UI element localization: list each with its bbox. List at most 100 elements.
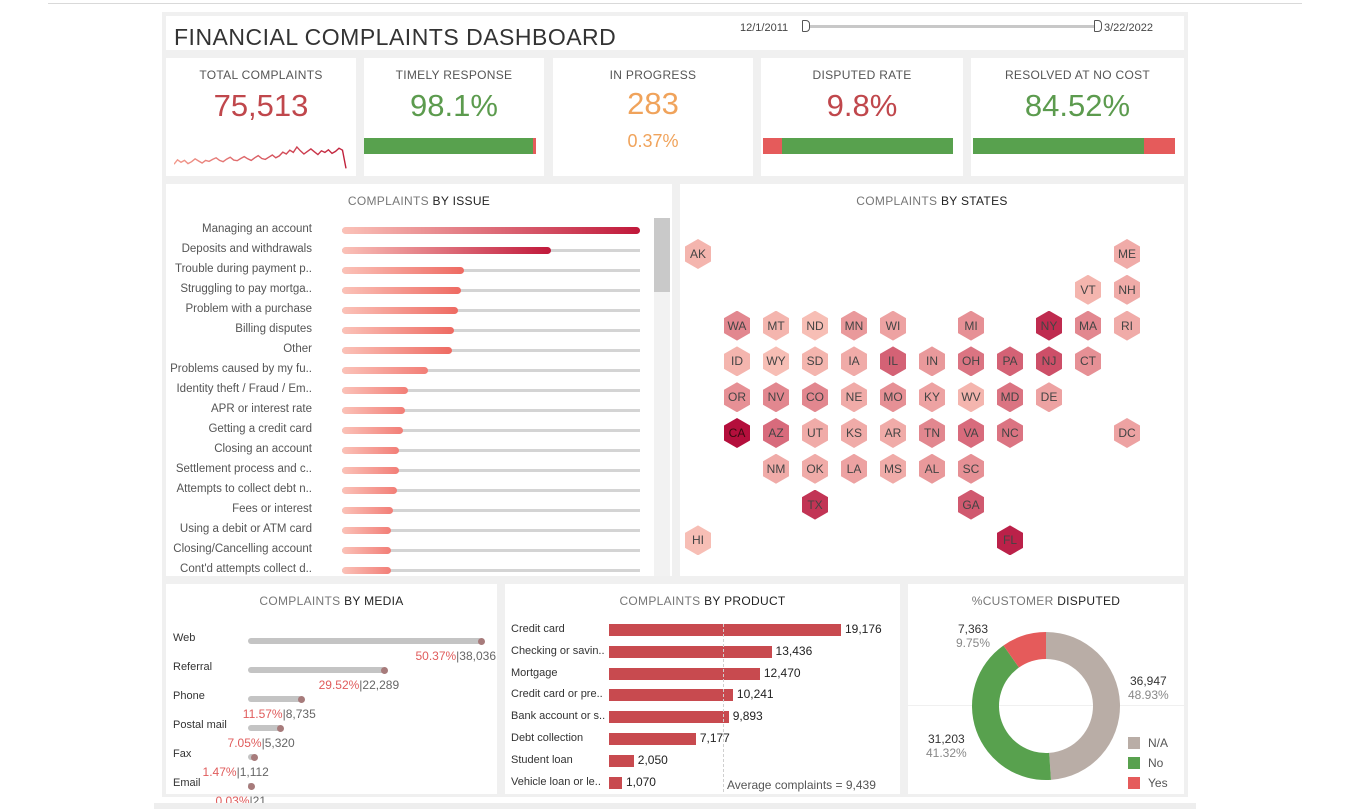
state-hex-ri[interactable]: RI (1114, 310, 1140, 341)
state-hex-ky[interactable]: KY (919, 382, 945, 413)
issue-row[interactable]: Getting a credit card (166, 420, 646, 440)
state-hex-nv[interactable]: NV (763, 382, 789, 413)
state-hex-nj[interactable]: NJ (1036, 346, 1062, 377)
product-bar[interactable] (609, 711, 729, 724)
issue-label: Problem with a purchase (185, 303, 312, 315)
issue-row[interactable]: Closing an account (166, 440, 646, 460)
issue-row[interactable]: Attempts to collect debt n.. (166, 480, 646, 500)
state-hex-or[interactable]: OR (724, 382, 750, 413)
issue-row[interactable]: Cont'd attempts collect d.. (166, 560, 646, 576)
state-hex-ca[interactable]: CA (724, 418, 750, 448)
state-hex-nd[interactable]: ND (802, 310, 828, 341)
issue-row[interactable]: Fees or interest (166, 500, 646, 520)
state-hex-wi[interactable]: WI (880, 310, 906, 341)
state-hex-al[interactable]: AL (919, 453, 945, 484)
product-bar[interactable] (609, 754, 634, 767)
state-hex-ny[interactable]: NY (1036, 310, 1062, 341)
issue-row[interactable]: Billing disputes (166, 320, 646, 340)
state-hex-mi[interactable]: MI (958, 310, 984, 341)
media-bar[interactable] (248, 638, 482, 644)
state-hex-ct[interactable]: CT (1075, 346, 1101, 377)
kpi-resolved-no-cost: RESOLVED AT NO COST 84.52% (971, 58, 1184, 176)
legend-no[interactable]: No (1128, 756, 1163, 770)
product-bar[interactable] (609, 667, 760, 680)
state-hex-ar[interactable]: AR (880, 418, 906, 448)
product-title-pre: COMPLAINTS (619, 594, 705, 608)
state-hex-ak[interactable]: AK (685, 239, 711, 269)
media-bar[interactable] (248, 696, 302, 702)
state-hex-wv[interactable]: WV (958, 382, 984, 413)
media-bar[interactable] (248, 725, 281, 731)
media-label: Web (173, 632, 196, 644)
state-hex-fl[interactable]: FL (997, 525, 1023, 556)
issue-row[interactable]: Other (166, 340, 646, 360)
state-hex-pa[interactable]: PA (997, 346, 1023, 377)
state-hex-ne[interactable]: NE (841, 382, 867, 413)
legend-yes-swatch (1128, 777, 1140, 789)
issue-bar (342, 487, 398, 494)
date-range-slider[interactable] (806, 25, 1098, 28)
state-hex-wy[interactable]: WY (763, 346, 789, 377)
issue-row[interactable]: Closing/Cancelling account (166, 540, 646, 560)
state-hex-la[interactable]: LA (841, 453, 867, 484)
state-hex-nm[interactable]: NM (763, 453, 789, 484)
state-hex-me[interactable]: ME (1114, 239, 1140, 269)
issue-row[interactable]: Deposits and withdrawals (166, 240, 646, 260)
kpi-timely-bar-no (532, 138, 536, 154)
issue-row[interactable]: Problems caused by my fu.. (166, 360, 646, 380)
issue-row[interactable]: Settlement process and c.. (166, 460, 646, 480)
state-hex-nh[interactable]: NH (1114, 274, 1140, 305)
state-hex-in[interactable]: IN (919, 346, 945, 377)
issue-row[interactable]: Using a debit or ATM card (166, 520, 646, 540)
product-bar[interactable] (609, 689, 733, 702)
state-hex-ga[interactable]: GA (958, 489, 984, 520)
state-hex-de[interactable]: DE (1036, 382, 1062, 413)
product-bar[interactable] (609, 776, 622, 789)
state-hex-sc[interactable]: SC (958, 453, 984, 484)
state-hex-wa[interactable]: WA (724, 310, 750, 341)
state-hex-tx[interactable]: TX (802, 489, 828, 520)
state-hex-ma[interactable]: MA (1075, 310, 1101, 341)
state-hex-dc[interactable]: DC (1114, 418, 1140, 448)
state-hex-id[interactable]: ID (724, 346, 750, 377)
state-hex-oh[interactable]: OH (958, 346, 984, 377)
state-hex-nc[interactable]: NC (997, 418, 1023, 448)
state-hex-ks[interactable]: KS (841, 418, 867, 448)
product-bar[interactable] (609, 645, 772, 658)
issue-row[interactable]: Struggling to pay mortga.. (166, 280, 646, 300)
legend-na[interactable]: N/A (1128, 736, 1168, 750)
issue-scroll-thumb[interactable] (654, 218, 670, 292)
product-bar[interactable] (609, 624, 841, 636)
state-hex-ok[interactable]: OK (802, 453, 828, 484)
issue-scrollbar[interactable] (654, 218, 670, 576)
state-hex-mt[interactable]: MT (763, 310, 789, 341)
issue-row[interactable]: APR or interest rate (166, 400, 646, 420)
issue-row[interactable]: Problem with a purchase (166, 300, 646, 320)
state-hex-mn[interactable]: MN (841, 310, 867, 341)
date-slider-start-handle[interactable] (802, 20, 810, 32)
state-hex-vt[interactable]: VT (1075, 274, 1101, 305)
product-bar[interactable] (609, 733, 696, 745)
issue-row[interactable]: Identity theft / Fraud / Em.. (166, 380, 646, 400)
issue-label: Using a debit or ATM card (179, 523, 312, 535)
date-slider-end-handle[interactable] (1094, 20, 1102, 32)
state-hex-tn[interactable]: TN (919, 418, 945, 448)
disputed-donut (972, 632, 1120, 780)
state-hex-sd[interactable]: SD (802, 346, 828, 377)
state-hex-hi[interactable]: HI (685, 525, 711, 556)
issue-row[interactable]: Trouble during payment p.. (166, 260, 646, 280)
issue-row[interactable]: Managing an account (166, 220, 646, 240)
media-count: |1,112 (236, 765, 269, 779)
state-hex-co[interactable]: CO (802, 382, 828, 413)
state-hex-va[interactable]: VA (958, 418, 984, 448)
state-hex-mo[interactable]: MO (880, 382, 906, 413)
state-hex-il[interactable]: IL (880, 346, 906, 377)
state-hex-ms[interactable]: MS (880, 453, 906, 484)
state-hex-az[interactable]: AZ (763, 418, 789, 448)
state-hex-ia[interactable]: IA (841, 346, 867, 377)
bottom-divider (154, 803, 1196, 809)
legend-yes[interactable]: Yes (1128, 776, 1168, 790)
state-hex-ut[interactable]: UT (802, 418, 828, 448)
media-bar[interactable] (248, 667, 386, 673)
state-hex-md[interactable]: MD (997, 382, 1023, 413)
